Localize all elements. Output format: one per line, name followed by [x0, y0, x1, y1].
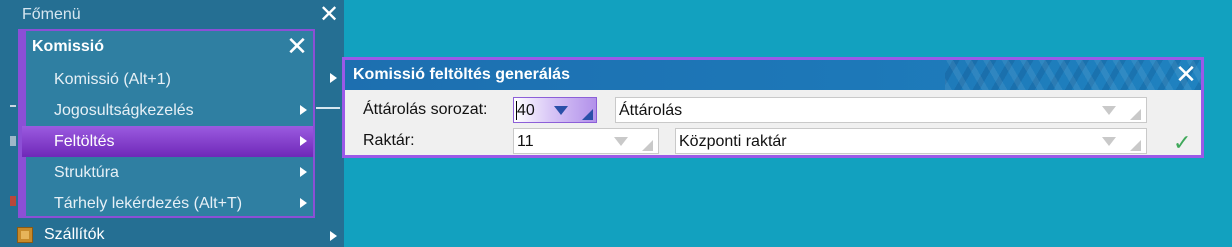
submenu-komissio: Komissió ✕ Komissió (Alt+1) Jogosultságk…: [18, 29, 315, 218]
chevron-right-icon: [330, 231, 337, 241]
dropdown-arrow-icon[interactable]: [614, 137, 628, 146]
raktar-code-value: 11: [517, 133, 534, 150]
chevron-right-icon: [330, 73, 337, 83]
dialog-titlebar: Komissió feltöltés generálás ✕: [345, 60, 1201, 90]
dialog-komissio-feltoltes: Komissió feltöltés generálás ✕ Áttárolás…: [342, 57, 1204, 158]
submenu-item-tarhely-lekerdezes[interactable]: Tárhely lekérdezés (Alt+T): [22, 188, 313, 219]
submenu-item-label: Feltöltés: [54, 133, 115, 150]
sorozat-name-field[interactable]: Áttárolás: [615, 97, 1147, 123]
sorozat-code-value: 40: [517, 102, 535, 119]
submenu-close-icon[interactable]: ✕: [284, 33, 310, 59]
raktar-label: Raktár:: [363, 132, 415, 149]
dropdown-arrow-icon[interactable]: [554, 106, 568, 115]
menu-item-icon: [10, 136, 16, 146]
menu-item-szallitok[interactable]: Szállítók: [0, 224, 344, 247]
menu-item-icon: [10, 196, 16, 206]
resize-corner-icon: [1130, 140, 1141, 151]
submenu-item-struktura[interactable]: Struktúra: [22, 157, 313, 188]
raktar-name-field[interactable]: Központi raktár: [675, 128, 1147, 154]
resize-corner-icon: [642, 140, 653, 151]
divider: [10, 105, 16, 107]
submenu-item-jogosultsagkezeles[interactable]: Jogosultságkezelés: [22, 95, 313, 126]
submenu-item-komissio[interactable]: Komissió (Alt+1): [22, 64, 313, 95]
submenu-item-label: Komissió (Alt+1): [54, 71, 171, 88]
submenu-item-feltoltes[interactable]: Feltöltés: [22, 126, 313, 157]
raktar-name-value: Központi raktár: [679, 133, 787, 150]
sorozat-label: Áttárolás sorozat:: [363, 101, 488, 118]
dropdown-arrow-icon[interactable]: [1102, 106, 1116, 115]
sorozat-name-value: Áttárolás: [619, 102, 683, 119]
main-menu-title: Főmenü: [22, 6, 81, 23]
chevron-right-icon: [300, 167, 307, 177]
chevron-right-icon: [300, 136, 307, 146]
resize-corner-icon: [1130, 109, 1141, 120]
titlebar-pattern: [945, 60, 1201, 90]
submenu-item-label: Jogosultságkezelés: [54, 102, 194, 119]
chevron-right-icon: [300, 198, 307, 208]
dialog-title: Komissió feltöltés generálás: [353, 66, 570, 83]
raktar-code-input[interactable]: 11: [513, 128, 659, 154]
submenu-item-label: Struktúra: [54, 164, 119, 181]
menu-item-label: Szállítók: [44, 226, 105, 243]
check-icon[interactable]: ✓: [1173, 132, 1191, 154]
dialog-close-icon[interactable]: ✕: [1173, 61, 1199, 87]
main-menu-close-icon[interactable]: ✕: [318, 3, 340, 27]
sorozat-code-input[interactable]: 40: [513, 97, 597, 123]
submenu-item-label: Tárhely lekérdezés (Alt+T): [54, 195, 243, 212]
resize-corner-icon: [582, 109, 593, 120]
divider: [316, 107, 340, 109]
chevron-right-icon: [300, 105, 307, 115]
dropdown-arrow-icon[interactable]: [1102, 137, 1116, 146]
box-icon: [17, 227, 33, 243]
submenu-title: Komissió: [32, 38, 105, 55]
